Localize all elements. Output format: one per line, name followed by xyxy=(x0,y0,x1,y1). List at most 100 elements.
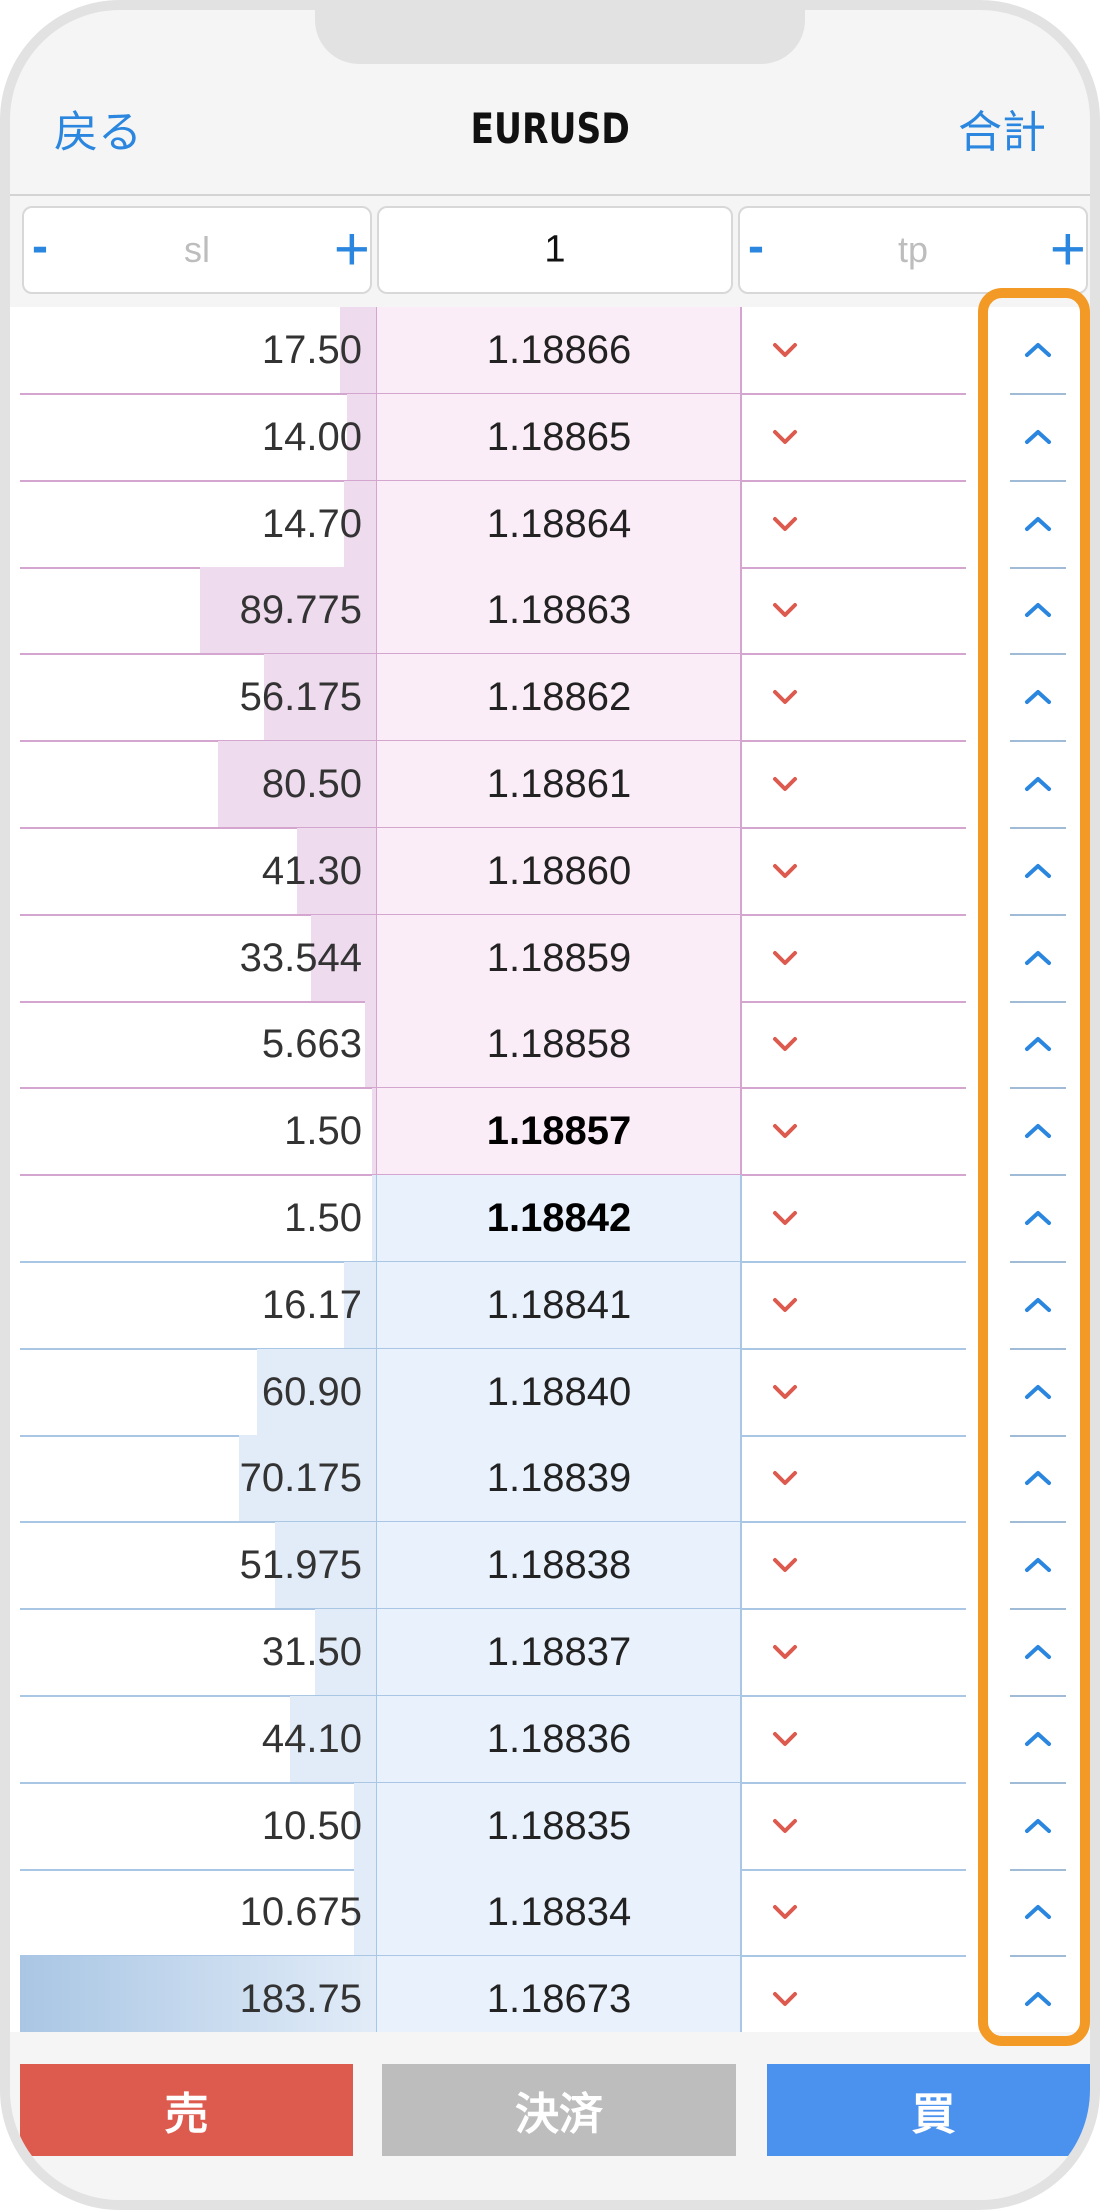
column-divider xyxy=(740,915,742,1002)
orderbook-row-ask: 33.544 1.18859 xyxy=(10,915,1090,1003)
chevron-down-icon[interactable] xyxy=(770,1001,800,1087)
price-cell[interactable]: 1.18862 xyxy=(377,654,741,740)
volume-cell: 51.975 xyxy=(239,1543,362,1587)
price-cell[interactable]: 1.18834 xyxy=(377,1869,741,1955)
buy-button[interactable]: 買 xyxy=(767,2064,1090,2156)
column-divider xyxy=(740,1783,742,1870)
chevron-up-icon[interactable] xyxy=(1022,1001,1054,1087)
sl-input[interactable]: sl xyxy=(24,229,370,271)
chevron-up-icon[interactable] xyxy=(1022,394,1054,480)
chevron-down-icon[interactable] xyxy=(770,394,800,480)
orderbook-row-bid: 31.50 1.18837 xyxy=(10,1609,1090,1697)
orderbook-row-bid: 44.10 1.18836 xyxy=(10,1696,1090,1784)
chevron-down-icon[interactable] xyxy=(770,915,800,1001)
column-divider xyxy=(740,394,742,481)
column-divider xyxy=(740,1696,742,1783)
chevron-up-icon[interactable] xyxy=(1022,1435,1054,1521)
chevron-down-icon[interactable] xyxy=(770,1349,800,1435)
chevron-up-icon[interactable] xyxy=(1022,1609,1054,1695)
chevron-up-icon[interactable] xyxy=(1022,654,1054,740)
orderbook-row-bid: 16.17 1.18841 xyxy=(10,1262,1090,1350)
chevron-up-icon[interactable] xyxy=(1022,1522,1054,1608)
orderbook-row-bid: 10.50 1.18835 xyxy=(10,1783,1090,1871)
chevron-up-icon[interactable] xyxy=(1022,1696,1054,1782)
price-cell[interactable]: 1.18859 xyxy=(377,915,741,1001)
back-button[interactable]: 戻る xyxy=(54,96,142,160)
chevron-up-icon[interactable] xyxy=(1022,481,1054,567)
volume-cell: 5.663 xyxy=(261,1022,362,1066)
chevron-down-icon[interactable] xyxy=(770,1088,800,1174)
price-cell[interactable]: 1.18857 xyxy=(377,1088,741,1174)
price-cell[interactable]: 1.18840 xyxy=(377,1349,741,1435)
price-cell[interactable]: 1.18863 xyxy=(377,567,741,653)
chevron-up-icon[interactable] xyxy=(1022,1349,1054,1435)
volume-cell: 31.50 xyxy=(261,1630,362,1674)
orderbook-row-ask: 17.50 1.18866 xyxy=(10,307,1090,395)
chevron-down-icon[interactable] xyxy=(770,481,800,567)
price-cell[interactable]: 1.18842 xyxy=(377,1175,741,1261)
column-divider xyxy=(740,1609,742,1696)
column-divider xyxy=(740,1175,742,1262)
total-button[interactable]: 合計 xyxy=(958,96,1046,160)
page-title: EURUSD xyxy=(470,103,630,153)
orderbook-row-bid: 10.675 1.18834 xyxy=(10,1869,1090,1957)
price-cell[interactable]: 1.18673 xyxy=(377,1956,741,2042)
chevron-up-icon[interactable] xyxy=(1022,741,1054,827)
chevron-down-icon[interactable] xyxy=(770,1869,800,1955)
chevron-up-icon[interactable] xyxy=(1022,307,1054,393)
chevron-down-icon[interactable] xyxy=(770,654,800,740)
chevron-down-icon[interactable] xyxy=(770,1262,800,1348)
sl-increment-button[interactable]: + xyxy=(334,219,370,281)
lot-value: 1 xyxy=(544,228,566,271)
chevron-down-icon[interactable] xyxy=(770,1696,800,1782)
price-cell[interactable]: 1.18841 xyxy=(377,1262,741,1348)
chevron-up-icon[interactable] xyxy=(1022,828,1054,914)
chevron-down-icon[interactable] xyxy=(770,307,800,393)
chevron-down-icon[interactable] xyxy=(770,567,800,653)
chevron-up-icon[interactable] xyxy=(1022,1956,1054,2042)
tp-input[interactable]: tp xyxy=(740,229,1086,271)
price-cell[interactable]: 1.18836 xyxy=(377,1696,741,1782)
volume-cell: 16.17 xyxy=(261,1283,362,1327)
chevron-down-icon[interactable] xyxy=(770,1175,800,1261)
chevron-up-icon[interactable] xyxy=(1022,567,1054,653)
orderbook-row-ask: 14.00 1.18865 xyxy=(10,394,1090,482)
price-cell[interactable]: 1.18864 xyxy=(377,481,741,567)
sell-button[interactable]: 売 xyxy=(20,2064,353,2156)
chevron-down-icon[interactable] xyxy=(770,1783,800,1869)
chevron-down-icon[interactable] xyxy=(770,741,800,827)
volume-cell: 14.70 xyxy=(261,502,362,546)
price-cell[interactable]: 1.18866 xyxy=(377,307,741,393)
orderbook-row-ask: 41.30 1.18860 xyxy=(10,828,1090,916)
chevron-up-icon[interactable] xyxy=(1022,1869,1054,1955)
price-cell[interactable]: 1.18838 xyxy=(377,1522,741,1608)
settle-button[interactable]: 決済 xyxy=(382,2064,736,2156)
price-cell[interactable]: 1.18865 xyxy=(377,394,741,480)
chevron-up-icon[interactable] xyxy=(1022,1088,1054,1174)
chevron-down-icon[interactable] xyxy=(770,1522,800,1608)
volume-cell: 33.544 xyxy=(239,936,362,980)
price-cell[interactable]: 1.18837 xyxy=(377,1609,741,1695)
column-divider xyxy=(740,567,742,654)
orderbook-row-bid: 70.175 1.18839 xyxy=(10,1435,1090,1523)
chevron-down-icon[interactable] xyxy=(770,1435,800,1521)
lot-field[interactable]: 1 xyxy=(377,206,733,294)
price-cell[interactable]: 1.18835 xyxy=(377,1783,741,1869)
volume-cell: 183.75 xyxy=(239,1977,362,2021)
price-cell[interactable]: 1.18839 xyxy=(377,1435,741,1521)
chevron-up-icon[interactable] xyxy=(1022,1262,1054,1348)
orderbook-row-ask: 89.775 1.18863 xyxy=(10,567,1090,655)
chevron-up-icon[interactable] xyxy=(1022,915,1054,1001)
volume-cell: 44.10 xyxy=(261,1717,362,1761)
price-cell[interactable]: 1.18861 xyxy=(377,741,741,827)
chevron-down-icon[interactable] xyxy=(770,1609,800,1695)
price-cell[interactable]: 1.18860 xyxy=(377,828,741,914)
orderbook-row-bid: 183.75 1.18673 xyxy=(10,1956,1090,2043)
phone-frame: 戻る EURUSD 合計 - sl + 1 - tp + 17.50 1.1886… xyxy=(0,0,1100,2210)
price-cell[interactable]: 1.18858 xyxy=(377,1001,741,1087)
chevron-up-icon[interactable] xyxy=(1022,1783,1054,1869)
tp-increment-button[interactable]: + xyxy=(1050,219,1086,281)
chevron-up-icon[interactable] xyxy=(1022,1175,1054,1261)
chevron-down-icon[interactable] xyxy=(770,828,800,914)
chevron-down-icon[interactable] xyxy=(770,1956,800,2042)
